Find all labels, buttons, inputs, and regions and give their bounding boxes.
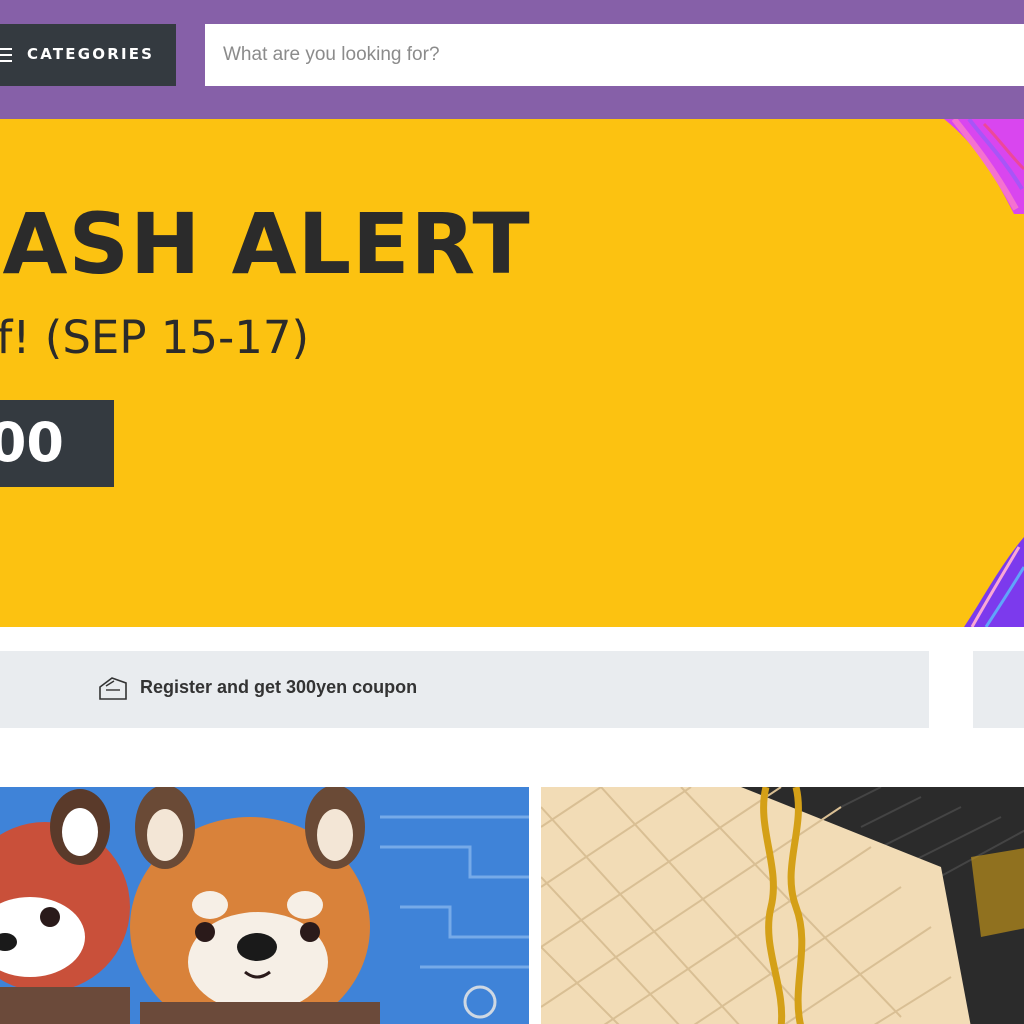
banner-subtitle: Off! (SEP 15-17)	[0, 311, 310, 364]
site-header: CATEGORIES	[0, 0, 1024, 119]
categories-label: CATEGORIES	[27, 45, 155, 63]
categories-button[interactable]: CATEGORIES	[0, 24, 176, 86]
promo-banner[interactable]: LASH ALERT Off! (SEP 15-17) 00	[0, 119, 1024, 627]
coupon-label: Register and get 300yen coupon	[140, 677, 418, 697]
search-input[interactable]	[205, 24, 1024, 86]
quilted-handbag-image	[541, 787, 1024, 1024]
product-card-bag[interactable]	[541, 787, 1024, 1024]
banner-code-box: 00	[0, 400, 114, 487]
ticket-icon	[99, 677, 127, 700]
hamburger-icon	[0, 48, 12, 62]
banner-code: 00	[0, 411, 64, 474]
register-coupon-bar[interactable]: Register and get 300yen coupon	[0, 651, 929, 728]
banner-decoration-top	[944, 119, 1024, 214]
red-panda-plush-image	[0, 787, 529, 1024]
banner-decoration-bottom	[964, 537, 1024, 627]
secondary-info-bar[interactable]	[973, 651, 1024, 728]
product-card-plush[interactable]	[0, 787, 529, 1024]
banner-title: LASH ALERT	[0, 195, 531, 293]
